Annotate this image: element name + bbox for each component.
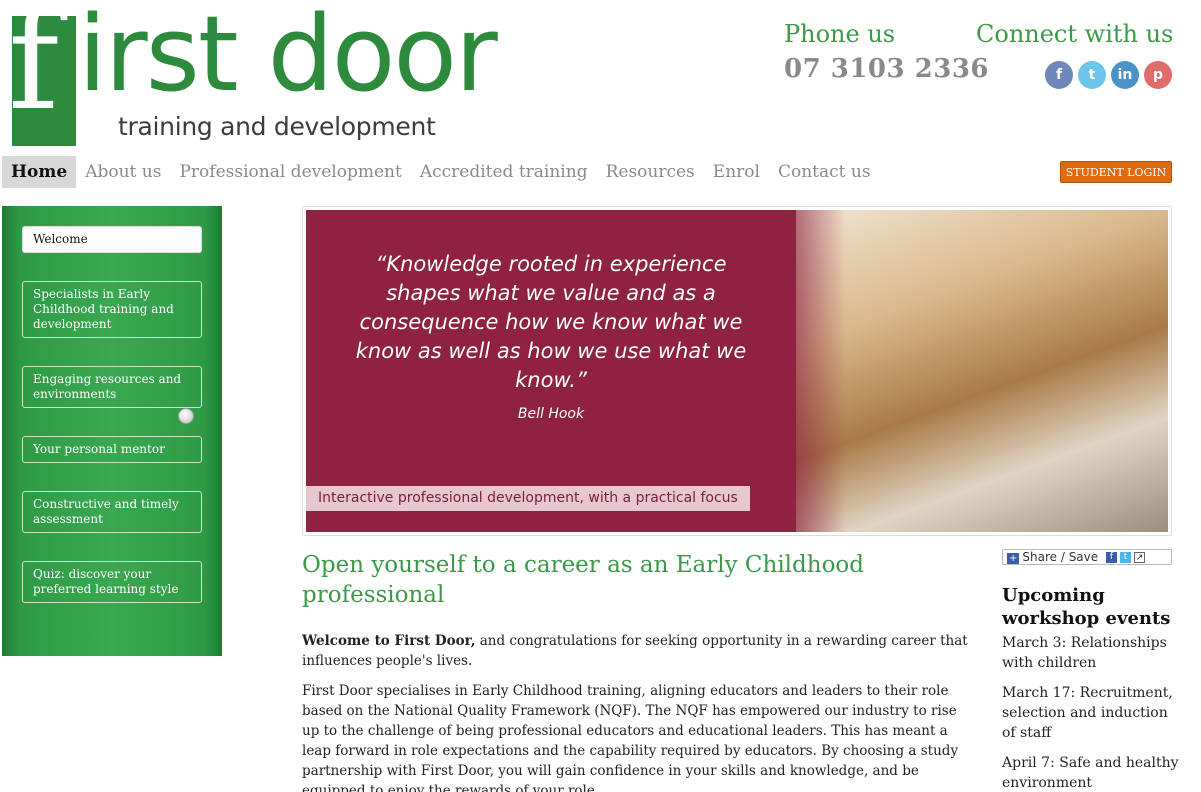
site-logo[interactable]: f irst door training and development [8,0,498,146]
sidebar-item-welcome[interactable]: Welcome [22,226,202,253]
twitter-icon[interactable]: t [1078,61,1106,89]
facebook-icon[interactable]: f [1045,61,1073,89]
sidebar-item-assessment[interactable]: Constructive and timely assessment [22,491,202,533]
share-plus-icon: + [1007,553,1020,564]
upcoming-events-title: Upcoming workshop events [1002,585,1171,629]
intro-paragraph: Welcome to First Door, and congratulatio… [302,631,972,671]
phone-label: Phone us [784,20,896,48]
nav-resources[interactable]: Resources [597,156,704,188]
banner-fade [766,210,846,532]
sidebar-item-quiz[interactable]: Quiz: discover your preferred learning s… [22,561,202,603]
event-item[interactable]: March 17: Recruitment, selection and ind… [1002,683,1182,743]
banner-quote: “Knowledge rooted in experience shapes w… [355,252,747,392]
share-label: Share / Save [1022,550,1099,564]
share-facebook-icon[interactable]: f [1105,552,1117,563]
intro-bold: Welcome to First Door, [302,633,476,649]
share-twitter-icon[interactable]: t [1119,552,1131,563]
logo-tagline: training and development [118,112,436,141]
hero-banner: “Knowledge rooted in experience shapes w… [302,206,1172,536]
main-nav: Home About us Professional development A… [2,156,880,188]
page-title: Open yourself to a career as an Early Ch… [302,552,864,608]
nav-accredited-training[interactable]: Accredited training [411,156,597,188]
linkedin-icon[interactable]: in [1111,61,1139,89]
student-login-button[interactable]: STUDENT LOGIN [1060,161,1172,183]
phone-number[interactable]: 07 3103 2336 [784,54,989,84]
nav-enrol[interactable]: Enrol [704,156,769,188]
nav-about-us[interactable]: About us [76,156,170,188]
nav-professional-development[interactable]: Professional development [170,156,410,188]
body-paragraph: First Door specialises in Early Childhoo… [302,683,959,792]
share-save-button[interactable]: + Share / Save f t ↗ [1002,549,1172,565]
share-email-icon[interactable]: ↗ [1133,552,1145,563]
sidebar-item-resources[interactable]: Engaging resources and environments [22,366,202,408]
logo-wordmark: irst door [78,0,498,115]
banner-caption: Interactive professional development, wi… [306,486,750,511]
connect-label: Connect with us [976,20,1174,48]
sidebar-menu: Welcome Specialists in Early Childhood t… [2,206,222,656]
nav-home[interactable]: Home [2,156,77,188]
logo-letter: f [8,0,60,141]
sidebar-item-specialists[interactable]: Specialists in Early Childhood training … [22,281,202,338]
logo-f-block: f [8,0,76,146]
share-icons: f t ↗ [1105,550,1148,564]
banner-slide[interactable]: “Knowledge rooted in experience shapes w… [306,210,1168,532]
banner-author: Bell Hook [517,406,585,422]
event-item[interactable]: March 3: Relationships with children [1002,633,1182,673]
slider-knob[interactable] [178,408,194,424]
event-item[interactable]: April 7: Safe and healthy environment [1002,753,1182,792]
sidebar-item-mentor[interactable]: Your personal mentor [22,436,202,463]
banner-photo [796,210,1168,532]
pinterest-icon[interactable]: p [1144,61,1172,89]
nav-contact-us[interactable]: Contact us [769,156,880,188]
logo-dot [64,74,69,79]
